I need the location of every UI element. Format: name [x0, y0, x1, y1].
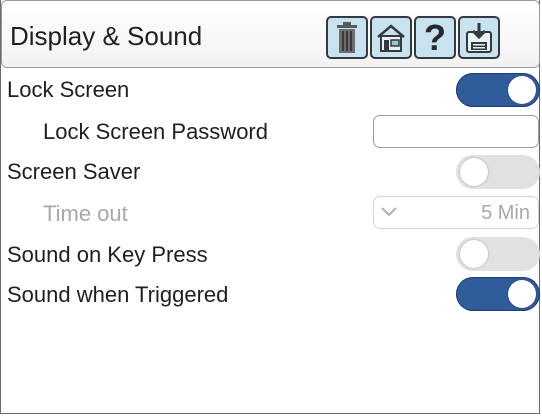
time-out-dropdown[interactable]: 5 Min [373, 196, 539, 229]
lock-screen-toggle[interactable] [456, 73, 540, 107]
sound-triggered-toggle[interactable] [456, 277, 540, 311]
lock-screen-password-label: Lock Screen Password [43, 119, 268, 144]
time-out-value: 5 Min [481, 202, 530, 224]
help-button[interactable]: ? [414, 16, 456, 59]
lock-screen-label: Lock Screen [7, 77, 130, 102]
sound-key-press-toggle[interactable] [456, 237, 540, 271]
save-button[interactable] [458, 16, 500, 59]
sound-key-press-label: Sound on Key Press [7, 242, 208, 267]
lock-screen-password-field[interactable] [373, 115, 539, 148]
page-title: Display & Sound [10, 21, 203, 51]
delete-button[interactable] [326, 16, 368, 59]
save-icon [466, 22, 492, 53]
chevron-down-icon [381, 207, 397, 217]
screen-saver-toggle[interactable] [456, 155, 540, 189]
toggle-knob [460, 240, 488, 268]
house-icon [377, 23, 405, 52]
toggle-knob [508, 280, 536, 308]
help-icon: ? [424, 16, 446, 58]
settings-window: Display & Sound ? Lock Screen Lock Scree… [0, 0, 540, 414]
toggle-knob [460, 158, 488, 186]
trash-icon [337, 21, 357, 53]
header-bar: Display & Sound ? [1, 0, 540, 68]
home-button[interactable] [370, 16, 412, 59]
sound-triggered-label: Sound when Triggered [7, 282, 229, 307]
time-out-label: Time out [43, 201, 128, 226]
toggle-knob [508, 76, 536, 104]
screen-saver-label: Screen Saver [7, 159, 141, 184]
